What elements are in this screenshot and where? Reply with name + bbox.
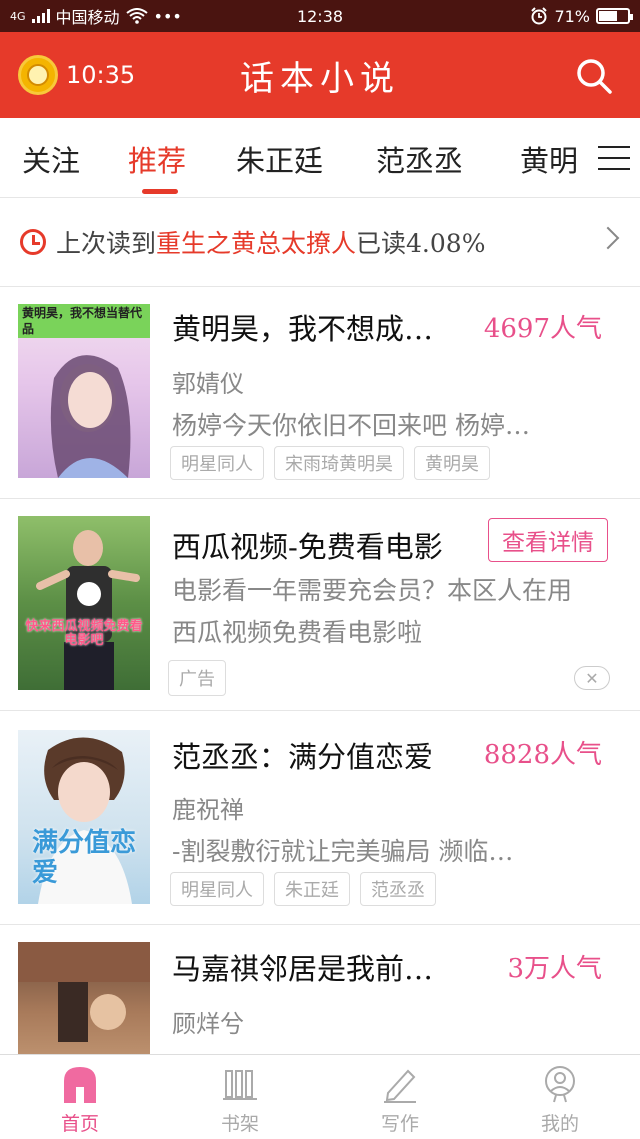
book-title[interactable]: 马嘉祺邻居是我前… bbox=[172, 946, 433, 988]
close-ad-icon[interactable]: ✕ bbox=[574, 666, 610, 690]
book-tag[interactable]: 范丞丞 bbox=[360, 872, 436, 906]
nav-bookshelf[interactable]: 书架 bbox=[190, 1055, 290, 1139]
nav-label: 写作 bbox=[380, 1113, 419, 1135]
ad-card[interactable]: 快来西瓜视频免费看电影吧 西瓜视频-免费看电影 查看详情 电影看一年需要充会员？… bbox=[0, 498, 640, 710]
bookshelf-icon bbox=[223, 1070, 257, 1100]
tab-huang-ming[interactable]: 黄明 bbox=[520, 138, 578, 180]
home-icon bbox=[64, 1067, 96, 1103]
clock-icon bbox=[20, 229, 46, 255]
book-popularity: 8828人气 bbox=[483, 740, 602, 770]
last-read-progress: 已读4.08% bbox=[356, 229, 486, 258]
nav-write[interactable]: 写作 bbox=[350, 1055, 450, 1139]
book-tag[interactable]: 宋雨琦黄明昊 bbox=[274, 446, 404, 480]
ad-description: 电影看一年需要充会员？本区人在用 西瓜视频免费看电影啦 bbox=[172, 570, 620, 654]
book-popularity: 4697人气 bbox=[483, 314, 602, 344]
tab-fan-chengcheng[interactable]: 范丞丞 bbox=[376, 138, 463, 180]
menu-icon[interactable] bbox=[598, 146, 630, 172]
ad-desc-line: 西瓜视频免费看电影啦 bbox=[172, 618, 423, 647]
book-title[interactable]: 黄明昊，我不想成… bbox=[172, 306, 433, 348]
book-tags: 明星同人 宋雨琦黄明昊 黄明昊 bbox=[170, 446, 490, 480]
profile-icon bbox=[545, 1066, 575, 1103]
last-read-prefix: 上次读到 bbox=[56, 229, 157, 258]
ad-label: 广告 bbox=[168, 660, 226, 696]
book-card[interactable]: 马嘉祺邻居是我前… 3万人气 顾烊兮 bbox=[0, 924, 640, 1054]
alarm-icon bbox=[531, 7, 548, 25]
battery-icon bbox=[596, 8, 633, 24]
last-read-book[interactable]: 重生之黄总太撩人 bbox=[156, 224, 356, 260]
book-tag[interactable]: 明星同人 bbox=[170, 872, 264, 906]
nav-label: 我的 bbox=[540, 1113, 579, 1135]
nav-label: 书架 bbox=[220, 1113, 259, 1135]
book-tag[interactable]: 黄明昊 bbox=[414, 446, 490, 480]
category-tabs: 关注 推荐 朱正廷 范丞丞 黄明 bbox=[0, 118, 640, 198]
app-bar: 10:35 话本小说 bbox=[0, 32, 640, 118]
book-popularity: 3万人气 bbox=[507, 954, 602, 984]
cover-caption: 满分值恋爱 bbox=[32, 828, 137, 888]
nav-label: 首页 bbox=[60, 1113, 99, 1135]
status-bar: 4G 中国移动 ••• 12:38 71% bbox=[0, 0, 640, 32]
book-tag[interactable]: 朱正廷 bbox=[274, 872, 350, 906]
ad-cover-caption: 快来西瓜视频免费看电影吧 bbox=[25, 619, 143, 648]
book-tags: 明星同人 朱正廷 范丞丞 bbox=[170, 872, 436, 906]
bottom-navigation: 首页 书架 写作 我的 bbox=[0, 1054, 640, 1138]
ad-illustration bbox=[36, 530, 140, 690]
wifi-icon bbox=[125, 8, 148, 24]
book-description: 杨婷今天你依旧不回来吧 杨婷… bbox=[172, 411, 530, 440]
last-read-bar[interactable]: 上次读到 重生之黄总太撩人 已读4.08% bbox=[0, 198, 640, 286]
book-title[interactable]: 范丞丞：满分值恋爱 bbox=[172, 734, 433, 776]
tab-recommend[interactable]: 推荐 bbox=[128, 138, 186, 180]
carrier-name: 中国移动 bbox=[55, 8, 120, 27]
ad-cover[interactable]: 快来西瓜视频免费看电影吧 bbox=[18, 516, 150, 690]
search-icon[interactable] bbox=[574, 56, 614, 96]
nav-profile[interactable]: 我的 bbox=[510, 1055, 610, 1139]
cover-caption: 黄明昊，我不想当替代品 bbox=[18, 304, 150, 338]
network-type: 4G bbox=[10, 9, 26, 23]
book-author: 顾烊兮 bbox=[172, 1010, 244, 1038]
book-card[interactable]: 黄明昊，我不想当替代品 黄明昊，我不想成… 4697人气 郭婧仪 杨婷今天你依旧… bbox=[0, 286, 640, 498]
tab-follow[interactable]: 关注 bbox=[22, 138, 80, 180]
ad-desc-line: 电影看一年需要充会员？本区人在用 bbox=[172, 576, 573, 605]
app-title: 话本小说 bbox=[240, 58, 400, 99]
book-author: 郭婧仪 bbox=[172, 370, 244, 398]
view-details-button[interactable]: 查看详情 bbox=[488, 518, 608, 562]
book-description: -割裂敷衍就让完美骗局 濒临… bbox=[172, 837, 514, 866]
battery-percent: 71% bbox=[554, 6, 590, 26]
ad-title[interactable]: 西瓜视频-免费看电影 bbox=[172, 524, 443, 566]
nav-home[interactable]: 首页 bbox=[30, 1055, 130, 1139]
book-card[interactable]: 满分值恋爱 范丞丞：满分值恋爱 8828人气 鹿祝禅 -割裂敷衍就让完美骗局 濒… bbox=[0, 710, 640, 924]
cover-illustration bbox=[50, 355, 131, 478]
book-cover[interactable]: 黄明昊，我不想当替代品 bbox=[18, 304, 150, 478]
cover-illustration bbox=[18, 942, 150, 1042]
active-tab-indicator bbox=[142, 189, 178, 194]
book-tag[interactable]: 明星同人 bbox=[170, 446, 264, 480]
pen-icon bbox=[384, 1069, 416, 1103]
book-cover[interactable] bbox=[18, 942, 150, 1054]
tab-zhu-zhengting[interactable]: 朱正廷 bbox=[236, 138, 323, 180]
book-cover[interactable]: 满分值恋爱 bbox=[18, 730, 150, 904]
book-author: 鹿祝禅 bbox=[172, 796, 244, 824]
more-dots: ••• bbox=[153, 6, 182, 26]
signal-icon bbox=[31, 9, 50, 23]
